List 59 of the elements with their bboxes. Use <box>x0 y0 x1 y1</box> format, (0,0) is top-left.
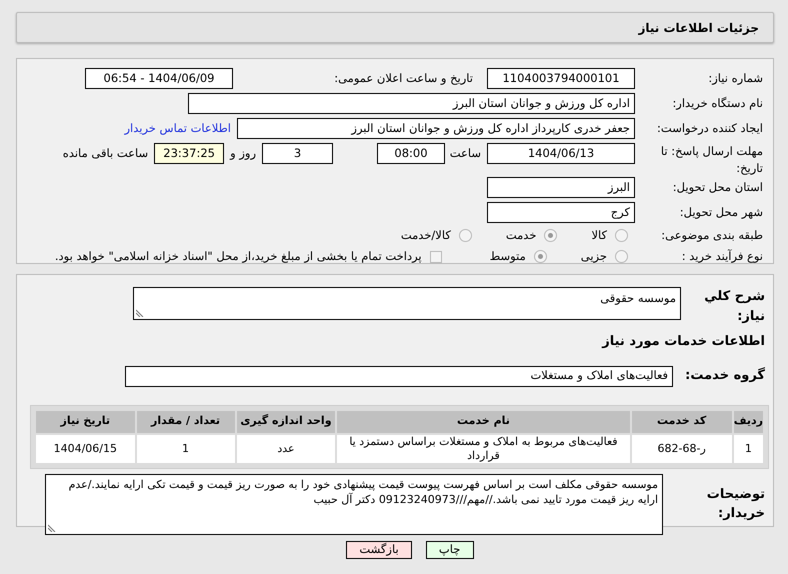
field-label: گروه خدمت: <box>684 366 765 386</box>
radio-button[interactable] <box>534 250 547 264</box>
deadline-date-field: 1404/06/13 <box>487 143 635 164</box>
table-cell: ر-68-682 <box>630 434 733 464</box>
radio-button[interactable] <box>615 250 628 264</box>
payment-note: پرداخت تمام یا بخشی از مبلغ خرید،از محل "اسناد خزانه اسلامی" خواهد بود. <box>54 248 422 266</box>
field-label: مهلت ارسال پاسخ: تا تاریخ: <box>660 143 763 178</box>
column-header: تعداد / مقدار <box>136 410 236 434</box>
column-header: تاریخ نیاز <box>35 410 136 434</box>
creator-field: جعفر خدری کارپرداز اداره کل ورزش و جوانان استان البرز <box>237 118 635 139</box>
print-button[interactable]: چاپ <box>426 541 474 559</box>
field-label: نام دستگاه خریدار: <box>671 94 763 112</box>
radio-label: متوسط <box>490 248 526 266</box>
service-group-field: فعالیت‌های املاک و مستغلات <box>125 366 673 386</box>
resize-grip-icon[interactable] <box>136 309 144 317</box>
remaining-time-field: 23:37:25 <box>154 143 224 164</box>
back-button[interactable]: بازگشت <box>346 541 412 559</box>
field-label: شماره نیاز: <box>707 70 763 87</box>
city-field: کرج <box>487 202 635 223</box>
field-label: شرح کلي نياز: <box>703 288 765 326</box>
checkbox[interactable] <box>430 250 442 263</box>
days-label: روز و <box>230 144 256 162</box>
radio-button[interactable] <box>544 229 558 242</box>
buyer-org-field: اداره کل ورزش و جوانان استان البرز <box>188 93 635 114</box>
table-cell: فعالیت‌های مربوط به املاک و مستغلات براساس دستمزد یا قرارداد <box>336 434 631 464</box>
province-field: البرز <box>487 177 635 198</box>
radio-label: جزیی <box>580 248 607 266</box>
column-header: ردیف <box>732 410 764 434</box>
table-cell: 1 <box>136 434 236 464</box>
buyer-notes-textarea[interactable]: موسسه حقوقی مکلف است بر اساس فهرست پیوست قیمت پیشنهادی خود را به صورت ریز قیمت و قیمت تکی ارایه نمایند./عدم ارایه ریز قیمت مورد تایید نمی باشد.//مهم///09123240973 دکتر آل حبیب <box>45 474 663 534</box>
need-number-field: 1104003794000101 <box>487 68 635 89</box>
field-label: طبقه بندی موضوعی: <box>660 227 763 244</box>
radio-button[interactable] <box>615 229 628 242</box>
days-field: 3 <box>262 143 333 164</box>
field-label: نوع فرآیند خرید : <box>680 248 763 266</box>
contact-link[interactable]: اطلاعات تماس خریدار <box>124 120 231 138</box>
table-cell: 1 <box>732 434 764 464</box>
column-header: واحد اندازه گیری <box>236 410 336 434</box>
announce-date-field: 1404/06/09 - 06:54 <box>85 68 233 89</box>
table-cell: عدد <box>236 434 336 464</box>
table-cell: 1404/06/15 <box>35 434 136 464</box>
description-textarea[interactable]: موسسه حقوقی <box>133 287 681 320</box>
radio-button[interactable] <box>458 229 472 242</box>
field-label: ایجاد کننده درخواست: <box>656 120 763 137</box>
column-header: کد خدمت <box>630 410 733 434</box>
time-label: ساعت <box>451 144 481 162</box>
page-title: جزئیات اطلاعات نیاز <box>638 20 759 36</box>
remaining-label: ساعت باقی مانده <box>62 144 148 162</box>
field-label: شهر محل تحویل: <box>678 204 763 221</box>
radio-label: کالا/خدمت <box>400 227 451 244</box>
field-label: توضیحات خریدار: <box>706 486 765 523</box>
radio-label: کالا <box>591 227 607 244</box>
column-header: نام خدمت <box>336 410 631 434</box>
field-label: استان محل تحویل: <box>672 178 763 196</box>
section-title: اطلاعات خدمات مورد نیاز <box>600 333 765 351</box>
resize-grip-icon[interactable] <box>48 524 56 532</box>
deadline-time-field: 08:00 <box>377 143 445 164</box>
field-label: تاریخ و ساعت اعلان عمومی: <box>333 70 473 87</box>
radio-label: خدمت <box>506 227 536 244</box>
